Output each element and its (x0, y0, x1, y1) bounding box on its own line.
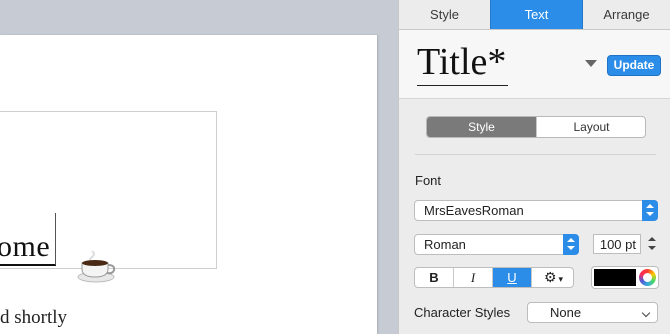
font-size-stepper[interactable] (646, 234, 658, 254)
text-format-buttons: B I U ⚙ ▾ (414, 267, 574, 288)
text-color-swatch[interactable] (594, 269, 636, 286)
font-family-stepper-icon (642, 200, 658, 221)
typeface-stepper-icon (563, 234, 579, 255)
body-text[interactable]: ome (0, 230, 50, 264)
segment-layout[interactable]: Layout (536, 117, 645, 137)
coffee-cup-icon (77, 250, 116, 283)
font-size-field[interactable]: 100 pt (593, 234, 641, 254)
tab-style[interactable]: Style (399, 0, 490, 29)
font-family-value: MrsEavesRoman (424, 203, 524, 218)
typeface-value: Roman (424, 237, 466, 252)
tab-arrange[interactable]: Arrange (582, 0, 670, 29)
paragraph-style-name[interactable]: Title* (417, 39, 509, 86)
text-cursor (55, 213, 56, 265)
chevron-down-icon: ▾ (558, 274, 564, 284)
style-layout-segmented-control: Style Layout (426, 116, 646, 138)
character-styles-popup[interactable]: None (527, 302, 658, 323)
bold-button[interactable]: B (415, 268, 454, 287)
italic-button[interactable]: I (454, 268, 493, 287)
underline-button[interactable]: U (493, 268, 532, 287)
color-wheel-icon[interactable] (639, 269, 656, 286)
style-dropdown-arrow-icon[interactable] (585, 60, 597, 67)
character-styles-label: Character Styles (414, 305, 511, 320)
segment-style[interactable]: Style (427, 117, 536, 137)
font-section-label: Font (415, 173, 442, 188)
update-button[interactable]: Update (607, 55, 661, 76)
character-styles-value: None (550, 305, 582, 320)
divider (415, 154, 656, 155)
document-page[interactable]: ome d shortly (0, 35, 377, 334)
font-family-popup[interactable]: MrsEavesRoman (414, 200, 658, 221)
caption-text[interactable]: d shortly (0, 307, 67, 329)
text-options-button[interactable]: ⚙ ▾ (532, 268, 573, 287)
paragraph-style-row[interactable]: Title* Update (399, 30, 670, 99)
body-text-line[interactable]: ome (0, 230, 57, 266)
chevron-down-icon (641, 308, 651, 318)
tab-text[interactable]: Text (490, 0, 583, 29)
typeface-popup[interactable]: Roman (414, 234, 579, 255)
text-color-well[interactable] (591, 266, 659, 289)
gear-icon: ⚙ (543, 269, 557, 285)
document-canvas[interactable]: ome d shortly (0, 0, 398, 334)
inspector-tabs: Style Text Arrange (399, 0, 670, 30)
